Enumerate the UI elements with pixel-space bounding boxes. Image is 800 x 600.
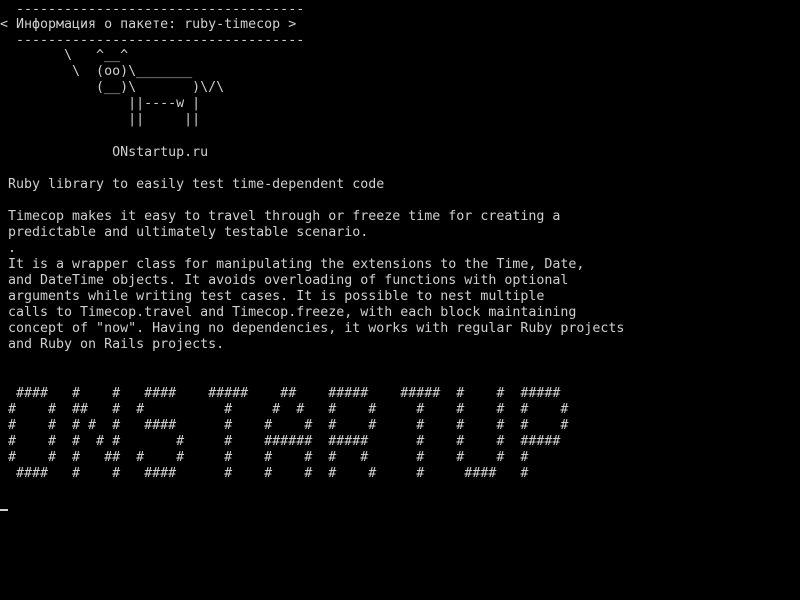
cow-line: ||----w |: [8, 96, 201, 111]
ascii-art-line: # # # # # #### # # # # # # # # # #: [8, 418, 569, 433]
banner-bottom-border: ------------------------------------: [8, 33, 305, 48]
site-name: ONstartup.ru: [8, 145, 209, 160]
terminal-screen[interactable]: ------------------------------------ < И…: [0, 0, 800, 600]
package-description-line: and DateTime objects. It avoids overload…: [8, 273, 569, 288]
cow-line: || ||: [8, 112, 201, 127]
text-cursor: [0, 509, 8, 511]
ascii-art-line: # # # ## # # # # # # # # # # #: [8, 450, 529, 465]
package-description-line: and Ruby on Rails projects.: [8, 337, 225, 352]
cow-line: \ ^__^: [8, 48, 129, 63]
package-description-line: It is a wrapper class for manipulating t…: [8, 257, 585, 272]
banner-top-border: ------------------------------------: [8, 2, 305, 17]
cow-line: (__)\ )\/\: [8, 80, 225, 95]
package-description-line: arguments while writing test cases. It i…: [8, 289, 545, 304]
ascii-art-line: #### # # #### ##### ## ##### ##### # # #…: [8, 386, 561, 401]
package-description-line: concept of "now". Having no dependencies…: [8, 321, 625, 336]
package-description-line: .: [8, 241, 17, 256]
ascii-art-line: #### # # #### # # # # # # #### #: [8, 466, 529, 481]
package-summary: Ruby library to easily test time-depende…: [8, 177, 385, 192]
ascii-art-line: # # ## # # # # # # # # # # # #: [8, 402, 569, 417]
package-description-line: calls to Timecop.travel and Timecop.free…: [8, 305, 577, 320]
ascii-art-line: # # # # # # # ###### ##### # # # #####: [8, 434, 561, 449]
cow-line: \ (oo)\_______: [8, 64, 193, 79]
banner-title: < Информация о пакете: ruby-timecop >: [0, 17, 297, 32]
package-description-line: predictable and ultimately testable scen…: [8, 225, 369, 240]
package-description-line: Timecop makes it easy to travel through …: [8, 209, 561, 224]
